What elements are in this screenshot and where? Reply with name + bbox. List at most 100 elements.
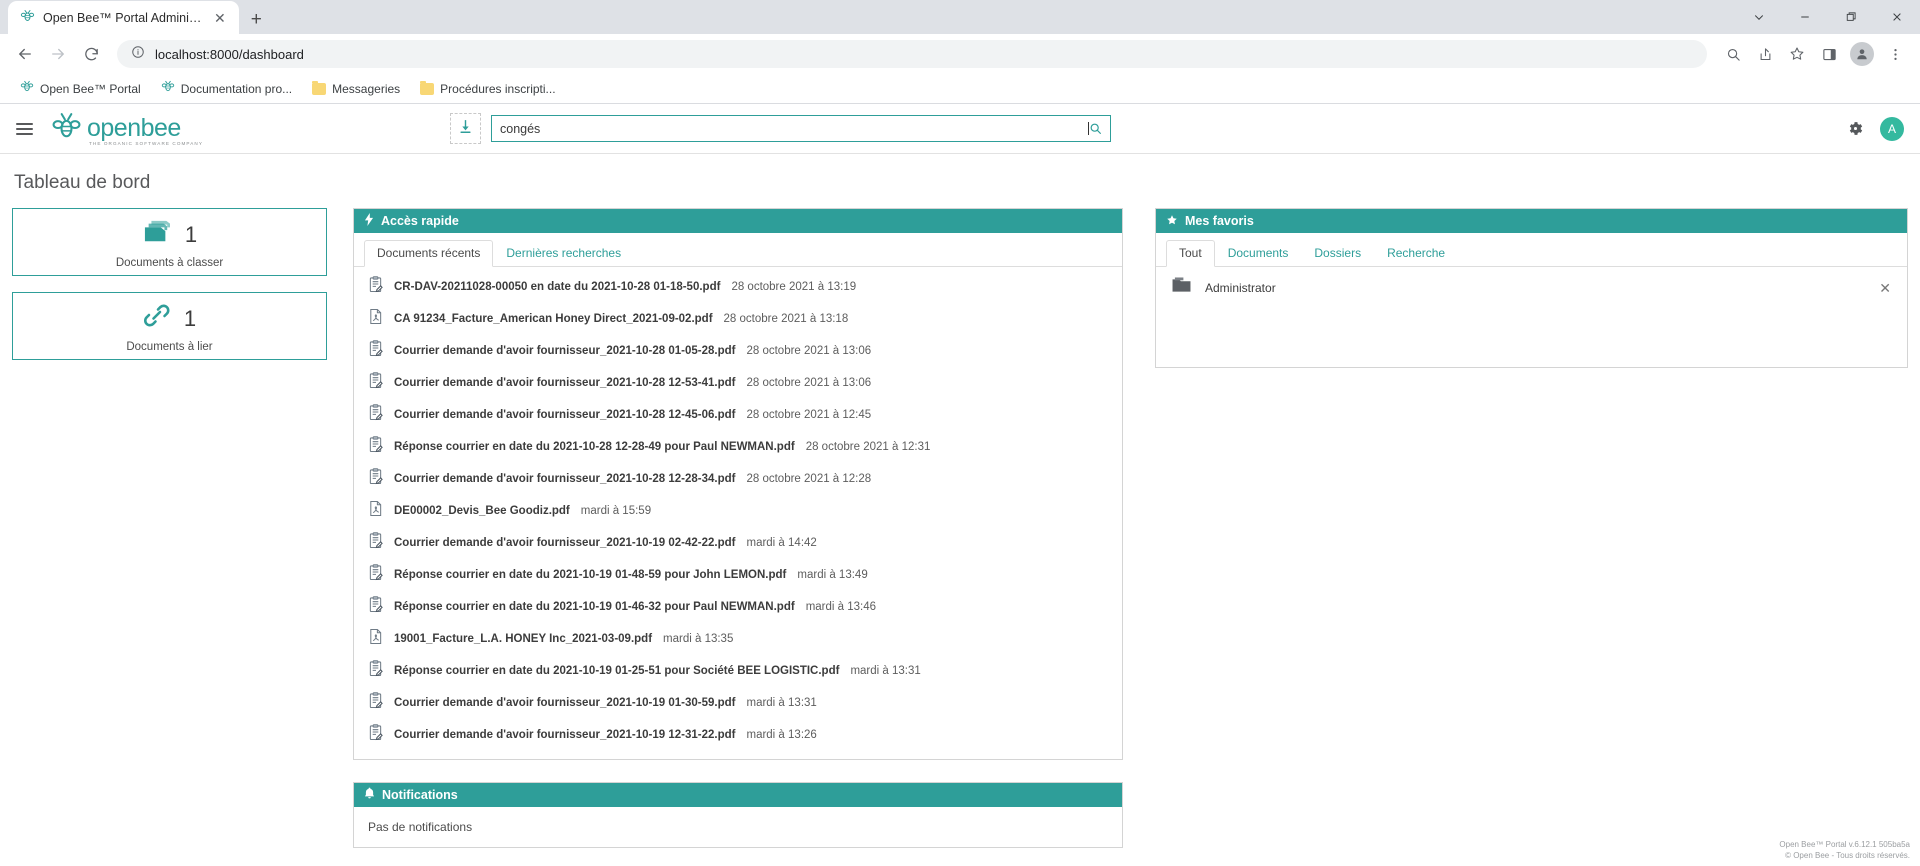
stat-label: Documents à classer [115,257,224,269]
notifications-header: Notifications [354,783,1122,807]
document-name: Réponse courrier en date du 2021-10-19 0… [394,665,840,677]
folder-icon [420,80,435,95]
app-header-actions: A [1847,116,1904,141]
document-row[interactable]: Courrier demande d'avoir fournisseur_202… [354,527,1122,559]
document-name: DE00002_Devis_Bee Goodiz.pdf [394,505,570,517]
bookmark-procedures-inscription[interactable]: Procédures inscripti... [412,78,563,100]
new-tab-button[interactable]: + [251,10,262,29]
document-row[interactable]: DE00002_Devis_Bee Goodiz.pdf mardi à 15:… [354,495,1122,527]
document-row[interactable]: Courrier demande d'avoir fournisseur_202… [354,335,1122,367]
document-row[interactable]: 19001_Facture_L.A. HONEY Inc_2021-03-09.… [354,623,1122,655]
back-arrow-icon[interactable] [10,39,40,69]
document-date: mardi à 13:31 [850,665,921,677]
browser-tab[interactable]: Open Bee™ Portal Administrator ✕ [8,1,239,34]
letter-doc-icon [368,404,383,426]
document-row[interactable]: Courrier demande d'avoir fournisseur_202… [354,399,1122,431]
footer-version: Open Bee™ Portal v.6.12.1 505ba5a [1779,839,1910,849]
bookmark-label: Messageries [332,81,401,96]
bookmark-documentation-pro[interactable]: Documentation pro... [153,75,300,102]
bookmark-star-icon[interactable] [1782,39,1812,69]
document-date: mardi à 13:35 [663,633,734,645]
document-row[interactable]: Courrier demande d'avoir fournisseur_202… [354,687,1122,719]
stat-count: 1 [183,305,197,331]
quick-access-title: Accès rapide [381,214,459,228]
document-date: 28 octobre 2021 à 12:45 [746,409,872,421]
document-name: Réponse courrier en date du 2021-10-28 1… [394,441,795,453]
zoom-out-icon[interactable] [1718,39,1748,69]
tab-close-icon[interactable]: ✕ [211,9,229,27]
letter-doc-icon [368,692,383,714]
stat-card-documents-a-classer[interactable]: 1 Documents à classer [12,208,327,276]
tab-documents[interactable]: Documents [1215,240,1302,267]
document-name: Courrier demande d'avoir fournisseur_202… [394,697,736,709]
window-close-icon[interactable] [1874,0,1920,34]
search-input[interactable]: congés [491,115,1111,142]
document-name: Courrier demande d'avoir fournisseur_202… [394,537,736,549]
favorites-panel: Mes favoris Tout Documents Dossiers Rech… [1155,208,1908,368]
tab-title: Open Bee™ Portal Administrator [43,10,203,25]
share-icon[interactable] [1750,39,1780,69]
bee-icon [161,79,175,98]
document-date: mardi à 13:31 [746,697,817,709]
user-avatar[interactable]: A [1880,116,1904,141]
footer-copyright: © Open Bee - Tous droits réservés. [1785,851,1910,861]
gear-icon[interactable] [1847,120,1864,137]
chain-link-icon [143,303,171,334]
pdf-icon [368,628,383,650]
document-row[interactable]: Réponse courrier en date du 2021-10-19 0… [354,591,1122,623]
remove-favorite-icon[interactable]: ✕ [1879,281,1891,295]
side-panel-icon[interactable] [1814,39,1844,69]
reload-icon[interactable] [76,39,106,69]
search-icon[interactable] [1089,122,1102,135]
download-import-icon [457,118,474,140]
document-date: 28 octobre 2021 à 13:06 [746,377,872,389]
document-row[interactable]: Courrier demande d'avoir fournisseur_202… [354,719,1122,751]
tab-dossiers[interactable]: Dossiers [1301,240,1374,267]
document-row[interactable]: Courrier demande d'avoir fournisseur_202… [354,367,1122,399]
favorite-item[interactable]: Administrator ✕ [1156,267,1907,309]
bookmark-label: Documentation pro... [180,81,293,96]
address-bar[interactable]: localhost:8000/dashboard [117,40,1707,68]
profile-icon[interactable] [1850,42,1874,66]
maximize-icon[interactable] [1828,0,1874,34]
document-row[interactable]: Réponse courrier en date du 2021-10-28 1… [354,431,1122,463]
search-area: congés [450,113,1111,144]
letter-doc-icon [368,660,383,682]
stat-card-documents-a-lier[interactable]: 1 Documents à lier [12,292,327,360]
app-header: openbee THE ORGANIC SOFTWARE COMPANY con… [0,104,1920,154]
letter-doc-icon [368,564,383,586]
footer: Open Bee™ Portal v.6.12.1 505ba5a © Open… [1779,839,1910,862]
toolbar-icons [1718,39,1910,69]
document-row[interactable]: Réponse courrier en date du 2021-10-19 0… [354,655,1122,687]
import-document-button[interactable] [450,113,481,144]
tab-documents-recents[interactable]: Documents récents [364,240,494,267]
openbee-logo[interactable]: openbee THE ORGANIC SOFTWARE COMPANY [50,110,203,148]
document-name: Réponse courrier en date du 2021-10-19 0… [394,569,787,581]
letter-doc-icon [368,596,383,618]
document-name: CA 91234_Facture_American Honey Direct_2… [394,313,713,325]
info-circle-icon[interactable] [131,45,145,64]
document-row[interactable]: CA 91234_Facture_American Honey Direct_2… [354,303,1122,335]
tab-dernieres-recherches[interactable]: Dernières recherches [493,240,634,267]
hamburger-menu-icon[interactable] [0,122,44,135]
document-row[interactable]: Réponse courrier en date du 2021-10-19 0… [354,559,1122,591]
document-row[interactable]: CR-DAV-20211028-00050 en date du 2021-10… [354,271,1122,303]
logo-wordmark: openbee [87,113,181,142]
stat-top-row: 1 [142,219,197,250]
star-icon [1166,214,1178,229]
bookmark-open-bee-portal[interactable]: Open Bee™ Portal [12,75,149,102]
notifications-empty-text: Pas de notifications [368,820,473,834]
tab-tout[interactable]: Tout [1166,240,1215,267]
browser-toolbar: localhost:8000/dashboard [0,34,1920,74]
quick-access-body: Documents récents Dernières recherches C… [354,233,1122,759]
tab-search-chevron-icon[interactable] [1736,0,1782,34]
document-row[interactable]: Courrier demande d'avoir fournisseur_202… [354,463,1122,495]
more-menu-icon[interactable] [1880,39,1910,69]
forward-arrow-icon[interactable] [43,39,73,69]
bookmark-messageries[interactable]: Messageries [304,78,408,100]
letter-doc-icon [368,532,383,554]
document-name: CR-DAV-20211028-00050 en date du 2021-10… [394,281,721,293]
minimize-icon[interactable] [1782,0,1828,34]
letter-doc-icon [368,276,383,298]
tab-recherche[interactable]: Recherche [1374,240,1458,267]
